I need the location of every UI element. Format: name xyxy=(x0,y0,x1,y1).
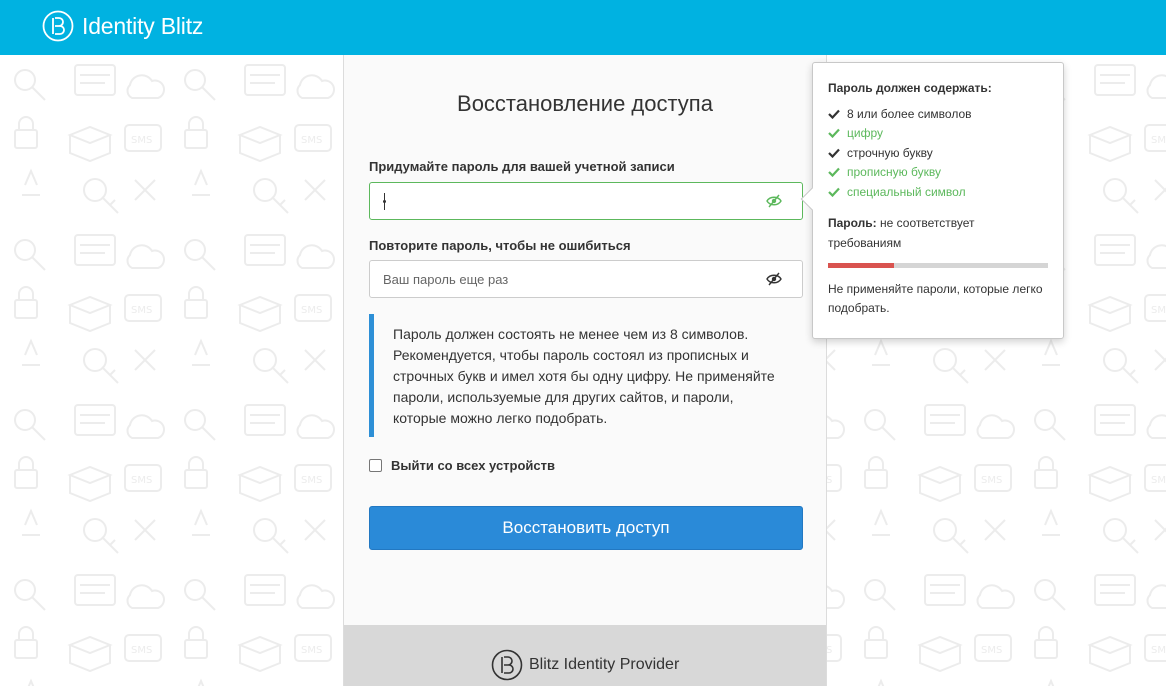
password-requirements-popover: Пароль должен содержать: 8 или более сим… xyxy=(800,62,1064,339)
requirement-item: строчную букву xyxy=(828,143,1048,163)
check-icon xyxy=(828,168,840,178)
logout-checkbox-label: Выйти со всех устройств xyxy=(391,458,555,473)
card-footer: Blitz Identity Provider xyxy=(344,625,826,686)
top-bar: Identity Blitz xyxy=(0,0,1166,55)
strength-meter-fill xyxy=(828,262,894,268)
logout-all-devices[interactable]: Выйти со всех устройств xyxy=(369,458,555,473)
eye-slash-icon[interactable] xyxy=(766,272,782,286)
requirement-label: 8 или более символов xyxy=(847,106,972,121)
strength-label: Пароль: xyxy=(828,215,877,230)
repeat-password-label: Повторите пароль, чтобы не ошибиться xyxy=(369,238,631,253)
requirement-item: 8 или более символов xyxy=(828,104,1048,124)
popover-note: Не применяйте пароли, которые легко подо… xyxy=(828,281,1043,315)
strength-status: Пароль: не соответствует требованиям xyxy=(828,213,1048,253)
strength-meter xyxy=(828,262,1048,268)
page-title: Восстановление доступа xyxy=(457,91,713,116)
password-field[interactable] xyxy=(369,182,803,220)
check-icon xyxy=(828,148,840,158)
restore-access-button[interactable]: Восстановить доступ xyxy=(369,506,803,550)
requirement-item: цифру xyxy=(828,124,1048,144)
recovery-card: Восстановление доступа Придумайте пароль… xyxy=(343,55,827,686)
requirement-item: прописную букву xyxy=(828,163,1048,183)
requirement-label: строчную букву xyxy=(847,145,933,160)
footer-brand-name: Blitz Identity Provider xyxy=(529,656,680,673)
password-info: Пароль должен состоять не менее чем из 8… xyxy=(369,314,803,437)
identity-blitz-logo-icon xyxy=(42,10,74,42)
logout-checkbox[interactable] xyxy=(369,459,382,472)
footer-brand: Blitz Identity Provider xyxy=(491,649,679,681)
requirement-label: специальный символ xyxy=(847,184,966,199)
requirement-label: прописную букву xyxy=(847,165,941,180)
requirements-list: 8 или более символов цифру строчную букв… xyxy=(828,104,1048,202)
brand[interactable]: Identity Blitz xyxy=(42,10,203,42)
repeat-password-field[interactable] xyxy=(369,260,803,298)
check-icon xyxy=(828,109,840,119)
popover-title: Пароль должен содержать: xyxy=(828,81,992,95)
password-label: Придумайте пароль для вашей учетной запи… xyxy=(369,159,675,174)
requirement-label: цифру xyxy=(847,126,883,141)
blitz-logo-icon xyxy=(491,649,523,681)
check-icon xyxy=(828,129,840,139)
requirement-item: специальный символ xyxy=(828,182,1048,202)
eye-slash-icon[interactable] xyxy=(766,194,782,208)
password-input[interactable] xyxy=(371,184,761,218)
check-icon xyxy=(828,187,840,197)
repeat-password-input[interactable] xyxy=(371,262,761,296)
password-dot xyxy=(383,200,386,203)
brand-name: Identity Blitz xyxy=(82,12,204,39)
